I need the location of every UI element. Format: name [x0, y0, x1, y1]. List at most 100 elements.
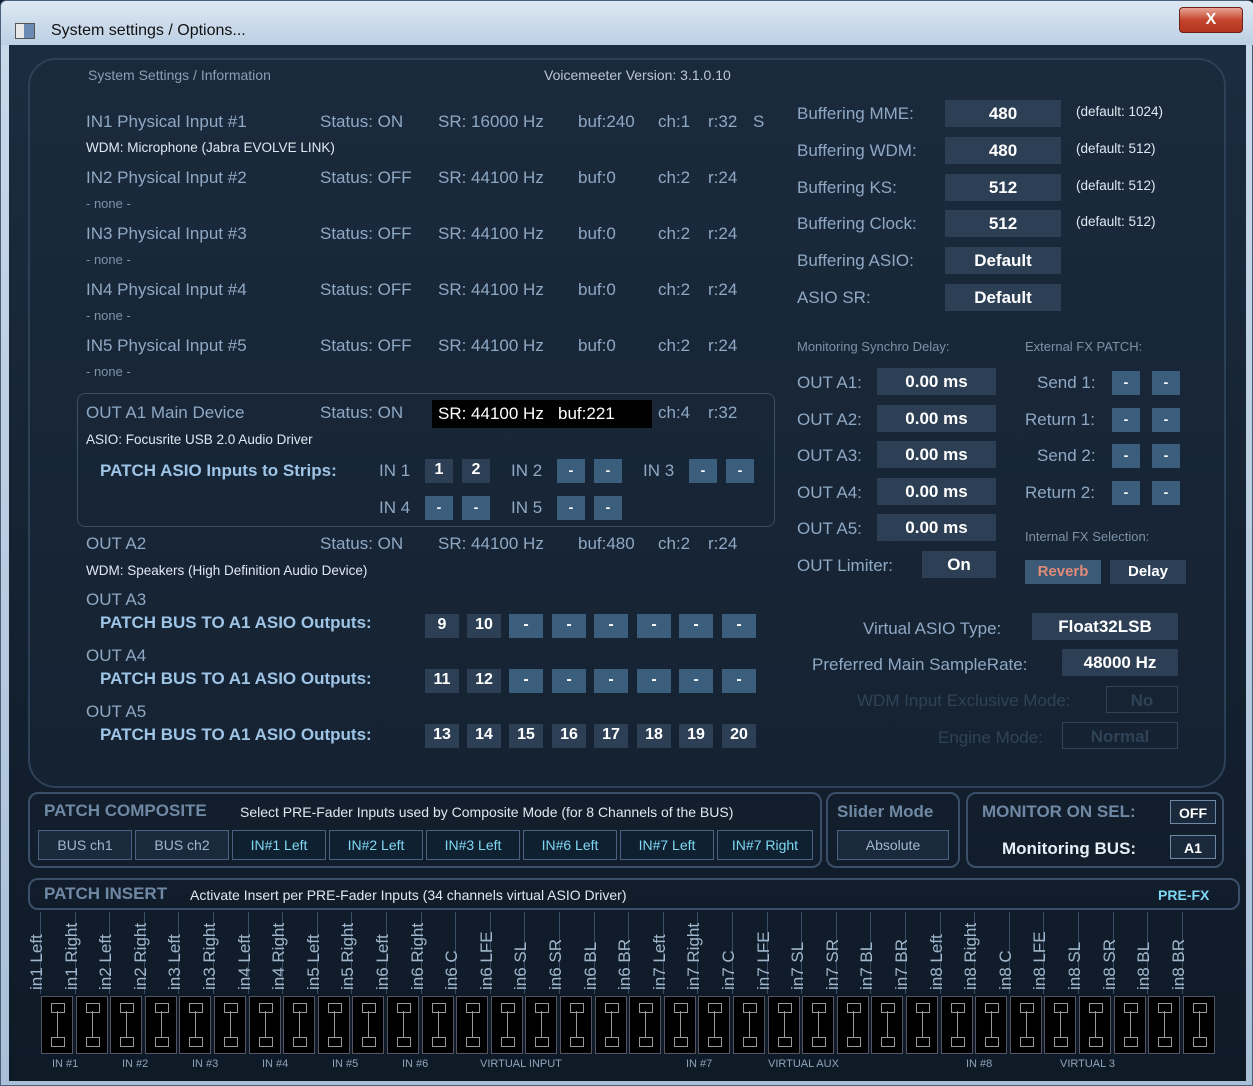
fxpatch-2-b[interactable]: - — [1152, 407, 1180, 432]
insert-toggle-14[interactable] — [490, 996, 523, 1054]
monitor-delay-value-3[interactable]: 0.00 ms — [877, 441, 996, 469]
buffering-value-4[interactable]: 512 — [945, 210, 1061, 238]
patch-in4-a[interactable]: - — [425, 496, 453, 520]
composite-button-2[interactable]: BUS ch2 — [135, 830, 229, 860]
insert-toggle-22[interactable] — [767, 996, 800, 1054]
outa4-patch-4[interactable]: - — [552, 669, 586, 693]
insert-toggle-13[interactable] — [456, 996, 489, 1054]
insert-toggle-9[interactable] — [317, 996, 350, 1054]
slider-mode-button[interactable]: Absolute — [837, 830, 949, 860]
insert-toggle-31[interactable] — [1079, 996, 1111, 1054]
insert-toggle-32[interactable] — [1113, 996, 1146, 1054]
fxpatch-3-a[interactable]: - — [1112, 444, 1140, 469]
outa5-patch-7[interactable]: 19 — [679, 724, 713, 748]
outa3-patch-4[interactable]: - — [552, 614, 586, 638]
outa4-patch-3[interactable]: - — [509, 669, 543, 693]
patch-in3-a[interactable]: - — [689, 459, 717, 483]
outa3-patch-8[interactable]: - — [722, 614, 756, 638]
outa3-patch-3[interactable]: - — [509, 614, 543, 638]
composite-button-7[interactable]: IN#7 Left — [620, 830, 714, 860]
outa5-patch-8[interactable]: 20 — [722, 724, 756, 748]
composite-button-8[interactable]: IN#7 Right — [717, 830, 813, 860]
insert-toggle-4[interactable] — [144, 996, 177, 1054]
buffering-value-6[interactable]: Default — [945, 284, 1061, 311]
patch-in2-a[interactable]: - — [557, 459, 585, 483]
title-bar[interactable]: System settings / Options... X — [1, 1, 1253, 45]
monitor-delay-value-1[interactable]: 0.00 ms — [877, 368, 996, 395]
monitor-delay-value-4[interactable]: 0.00 ms — [877, 477, 996, 505]
insert-toggle-25[interactable] — [871, 996, 904, 1054]
monitoring-bus-button[interactable]: A1 — [1170, 835, 1216, 859]
insert-toggle-6[interactable] — [214, 996, 246, 1054]
outa5-patch-3[interactable]: 15 — [509, 724, 543, 748]
buffering-value-3[interactable]: 512 — [945, 173, 1061, 201]
insert-toggle-18[interactable] — [629, 996, 662, 1054]
insert-toggle-33[interactable] — [1148, 996, 1181, 1054]
outa4-patch-1[interactable]: 11 — [425, 669, 459, 693]
insert-toggle-11[interactable] — [387, 996, 419, 1054]
patch-in4-b[interactable]: - — [462, 496, 490, 520]
outa3-patch-7[interactable]: - — [679, 614, 713, 638]
buffering-value-2[interactable]: 480 — [945, 136, 1061, 164]
outa3-patch-2[interactable]: 10 — [467, 614, 501, 638]
insert-toggle-8[interactable] — [283, 996, 316, 1054]
insert-toggle-3[interactable] — [110, 996, 143, 1054]
patch-in3-b[interactable]: - — [726, 459, 754, 483]
outa5-patch-5[interactable]: 17 — [594, 724, 628, 748]
composite-button-5[interactable]: IN#3 Left — [426, 830, 520, 860]
outa5-patch-6[interactable]: 18 — [637, 724, 671, 748]
insert-toggle-1[interactable] — [41, 996, 73, 1054]
monitor-sel-button[interactable]: OFF — [1170, 800, 1216, 824]
composite-button-3[interactable]: IN#1 Left — [232, 830, 326, 860]
monitor-delay-value-5[interactable]: 0.00 ms — [877, 514, 996, 542]
outa4-patch-7[interactable]: - — [679, 669, 713, 693]
wdm-exclusive-button[interactable]: No — [1106, 686, 1178, 713]
insert-toggle-30[interactable] — [1044, 996, 1077, 1054]
outa4-patch-8[interactable]: - — [722, 669, 756, 693]
outa5-patch-1[interactable]: 13 — [425, 724, 459, 748]
insert-toggle-10[interactable] — [352, 996, 385, 1054]
fxpatch-2-a[interactable]: - — [1112, 407, 1140, 432]
outa3-patch-6[interactable]: - — [637, 614, 671, 638]
delay-button[interactable]: Delay — [1110, 560, 1186, 584]
monitor-delay-value-2[interactable]: 0.00 ms — [877, 404, 996, 432]
insert-toggle-24[interactable] — [836, 996, 869, 1054]
buffering-value-1[interactable]: 480 — [945, 100, 1061, 127]
reverb-button[interactable]: Reverb — [1025, 560, 1101, 584]
limiter-button[interactable]: On — [922, 551, 996, 578]
composite-button-6[interactable]: IN#6 Left — [523, 830, 617, 860]
insert-toggle-21[interactable] — [733, 996, 765, 1054]
insert-toggle-2[interactable] — [75, 996, 108, 1054]
composite-button-4[interactable]: IN#2 Left — [329, 830, 423, 860]
insert-toggle-34[interactable] — [1182, 996, 1215, 1054]
fxpatch-1-b[interactable]: - — [1152, 371, 1180, 395]
outa4-patch-5[interactable]: - — [594, 669, 628, 693]
insert-toggle-23[interactable] — [802, 996, 835, 1054]
buffering-value-5[interactable]: Default — [945, 247, 1061, 275]
outa3-patch-1[interactable]: 9 — [425, 614, 459, 638]
outa4-patch-2[interactable]: 12 — [467, 669, 501, 693]
insert-toggle-16[interactable] — [560, 996, 592, 1054]
close-button[interactable]: X — [1179, 7, 1243, 33]
insert-toggle-17[interactable] — [594, 996, 627, 1054]
composite-button-1[interactable]: BUS ch1 — [38, 830, 132, 860]
patch-in1-b[interactable]: 2 — [462, 459, 490, 483]
fxpatch-1-a[interactable]: - — [1112, 371, 1140, 395]
outa3-patch-5[interactable]: - — [594, 614, 628, 638]
patch-in5-a[interactable]: - — [557, 496, 585, 520]
insert-toggle-29[interactable] — [1009, 996, 1042, 1054]
fxpatch-3-b[interactable]: - — [1152, 444, 1180, 469]
patch-in2-b[interactable]: - — [594, 459, 622, 483]
asio-type-button[interactable]: Float32LSB — [1032, 613, 1178, 640]
outa4-patch-6[interactable]: - — [637, 669, 671, 693]
insert-toggle-27[interactable] — [940, 996, 973, 1054]
patch-in5-b[interactable]: - — [594, 496, 622, 520]
insert-toggle-20[interactable] — [698, 996, 731, 1054]
outa1-sr-buf[interactable]: SR: 44100 Hz buf:221 — [432, 400, 652, 428]
fxpatch-4-a[interactable]: - — [1112, 480, 1140, 505]
engine-mode-button[interactable]: Normal — [1062, 722, 1178, 749]
asio-sr-button[interactable]: 48000 Hz — [1062, 649, 1178, 676]
outa5-patch-2[interactable]: 14 — [467, 724, 501, 748]
patch-in1-a[interactable]: 1 — [425, 459, 453, 483]
insert-toggle-5[interactable] — [179, 996, 212, 1054]
